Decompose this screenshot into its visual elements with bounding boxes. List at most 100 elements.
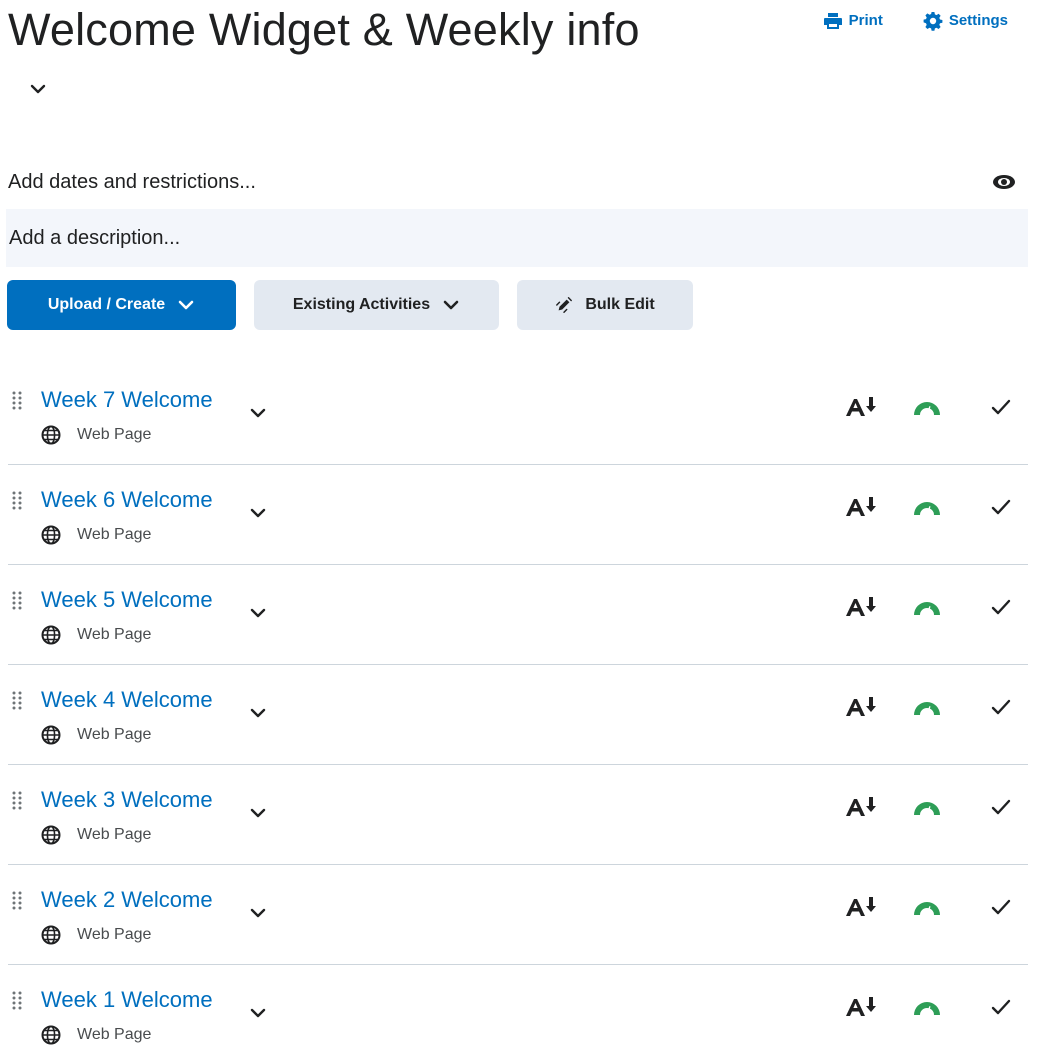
- checkmark-icon: [991, 699, 1011, 715]
- item-type-label: Web Page: [77, 926, 152, 943]
- chevron-down-icon: [178, 300, 194, 310]
- drag-handle-icon[interactable]: [11, 690, 23, 712]
- item-status-icons: [844, 996, 1012, 1018]
- list-item: Week 7 Welcome Web Page: [8, 365, 1028, 465]
- item-title-link[interactable]: Week 7 Welcome: [41, 385, 213, 415]
- globe-icon: [41, 825, 61, 845]
- item-type: Web Page: [41, 525, 151, 545]
- description-field[interactable]: Add a description...: [6, 209, 1028, 267]
- item-type-label: Web Page: [77, 526, 152, 543]
- checkmark-icon: [991, 499, 1011, 515]
- chevron-down-icon[interactable]: [248, 505, 268, 521]
- item-type-label: Web Page: [77, 626, 152, 643]
- item-title-link[interactable]: Week 1 Welcome: [41, 985, 213, 1015]
- a-sort-down-icon[interactable]: [844, 596, 878, 618]
- speedometer-icon[interactable]: [912, 997, 942, 1017]
- item-type: Web Page: [41, 725, 151, 745]
- list-item: Week 1 Welcome Web Page: [8, 965, 1028, 1052]
- globe-icon: [41, 425, 61, 445]
- a-sort-down-icon[interactable]: [844, 896, 878, 918]
- globe-icon: [41, 1025, 61, 1045]
- gear-icon: [923, 12, 943, 31]
- chevron-down-icon[interactable]: [248, 905, 268, 921]
- print-button[interactable]: Print: [823, 10, 883, 32]
- chevron-down-icon[interactable]: [248, 805, 268, 821]
- list-item: Week 2 Welcome Web Page: [8, 865, 1028, 965]
- item-type: Web Page: [41, 925, 151, 945]
- item-status-icons: [844, 596, 1012, 618]
- chevron-down-icon: [443, 300, 459, 310]
- item-type: Web Page: [41, 625, 151, 645]
- checkmark-icon: [991, 599, 1011, 615]
- a-sort-down-icon[interactable]: [844, 696, 878, 718]
- bulk-edit-label: Bulk Edit: [585, 296, 655, 313]
- bulk-edit-button[interactable]: Bulk Edit: [517, 280, 693, 330]
- drag-handle-icon[interactable]: [11, 390, 23, 412]
- speedometer-icon[interactable]: [912, 697, 942, 717]
- speedometer-icon[interactable]: [912, 897, 942, 917]
- item-title-link[interactable]: Week 5 Welcome: [41, 585, 213, 615]
- drag-handle-icon[interactable]: [11, 590, 23, 612]
- action-buttons: Upload / Create Existing Activities Bulk…: [7, 280, 693, 330]
- chevron-down-icon[interactable]: [248, 705, 268, 721]
- item-title-link[interactable]: Week 6 Welcome: [41, 485, 213, 515]
- item-type-label: Web Page: [77, 826, 152, 843]
- speedometer-icon[interactable]: [912, 397, 942, 417]
- item-status-icons: [844, 896, 1012, 918]
- a-sort-down-icon[interactable]: [844, 496, 878, 518]
- list-item: Week 6 Welcome Web Page: [8, 465, 1028, 565]
- page-title: Welcome Widget & Weekly info: [8, 4, 640, 55]
- item-type-label: Web Page: [77, 426, 152, 443]
- drag-handle-icon[interactable]: [11, 990, 23, 1012]
- checkmark-icon: [991, 999, 1011, 1015]
- item-title-link[interactable]: Week 3 Welcome: [41, 785, 213, 815]
- list-item: Week 3 Welcome Web Page: [8, 765, 1028, 865]
- item-type: Web Page: [41, 1025, 151, 1045]
- printer-icon: [823, 13, 842, 29]
- existing-activities-label: Existing Activities: [292, 296, 431, 313]
- item-type-label: Web Page: [77, 726, 152, 743]
- settings-button[interactable]: Settings: [923, 10, 1008, 32]
- a-sort-down-icon[interactable]: [844, 396, 878, 418]
- globe-icon: [41, 725, 61, 745]
- pencil-icon: [556, 297, 573, 313]
- item-title-link[interactable]: Week 4 Welcome: [41, 685, 213, 715]
- list-item: Week 4 Welcome Web Page: [8, 665, 1028, 765]
- speedometer-icon[interactable]: [912, 597, 942, 617]
- item-type: Web Page: [41, 825, 151, 845]
- drag-handle-icon[interactable]: [11, 790, 23, 812]
- chevron-down-icon[interactable]: [248, 605, 268, 621]
- chevron-down-icon[interactable]: [28, 80, 48, 98]
- drag-handle-icon[interactable]: [11, 490, 23, 512]
- drag-handle-icon[interactable]: [11, 890, 23, 912]
- item-status-icons: [844, 696, 1012, 718]
- checkmark-icon: [991, 399, 1011, 415]
- upload-create-label: Upload / Create: [47, 296, 166, 313]
- item-title-link[interactable]: Week 2 Welcome: [41, 885, 213, 915]
- checkmark-icon: [991, 899, 1011, 915]
- globe-icon: [41, 525, 61, 545]
- chevron-down-icon[interactable]: [248, 1005, 268, 1021]
- list-item: Week 5 Welcome Web Page: [8, 565, 1028, 665]
- chevron-down-icon[interactable]: [248, 405, 268, 421]
- item-type: Web Page: [41, 425, 151, 445]
- description-placeholder: Add a description...: [9, 226, 181, 249]
- speedometer-icon[interactable]: [912, 797, 942, 817]
- globe-icon: [41, 625, 61, 645]
- a-sort-down-icon[interactable]: [844, 796, 878, 818]
- speedometer-icon[interactable]: [912, 497, 942, 517]
- dates-restrictions-row: Add dates and restrictions...: [8, 162, 1028, 202]
- add-dates-restrictions-link[interactable]: Add dates and restrictions...: [8, 171, 256, 194]
- print-label: Print: [848, 12, 883, 29]
- item-status-icons: [844, 396, 1012, 418]
- settings-label: Settings: [948, 12, 1008, 29]
- header-actions: Print Settings: [823, 10, 1008, 32]
- a-sort-down-icon[interactable]: [844, 996, 878, 1018]
- existing-activities-button[interactable]: Existing Activities: [254, 280, 499, 330]
- item-status-icons: [844, 796, 1012, 818]
- item-type-label: Web Page: [77, 1026, 152, 1043]
- eye-icon[interactable]: [992, 174, 1016, 190]
- item-status-icons: [844, 496, 1012, 518]
- upload-create-button[interactable]: Upload / Create: [7, 280, 236, 330]
- globe-icon: [41, 925, 61, 945]
